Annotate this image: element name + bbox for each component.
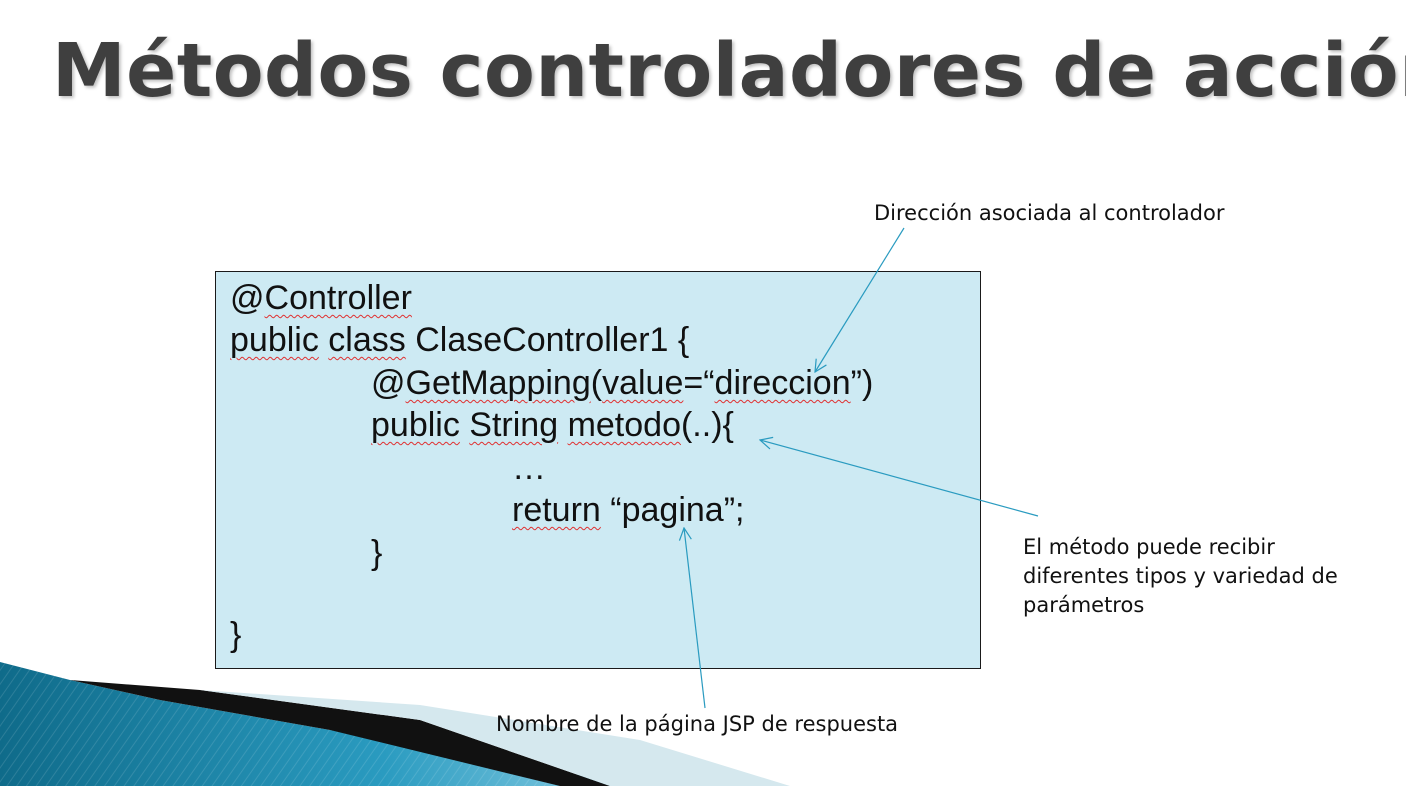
slide-title: Métodos controladores de acción [52,28,1406,114]
code-line-method: public String metodo(..){ [371,406,734,444]
code-line-annotation: @Controller [230,279,412,317]
code-line-ellipsis: … [512,449,546,487]
code-line-return: return “pagina”; [512,491,745,529]
code-line-close-method: } [371,534,383,572]
note-parametros: El método puede recibir diferentes tipos… [1023,535,1338,617]
code-line-class: public class ClaseController1 { [230,321,690,359]
note-pagina: Nombre de la página JSP de respuesta [496,712,899,736]
slide: Métodos controladores de acción @Control… [0,0,1406,786]
code-block: @Controller public class ClaseController… [215,271,981,669]
code-line-close-class: } [230,616,242,654]
note-direccion: Dirección asociada al controlador [874,201,1225,225]
code-line-mapping: @GetMapping(value=“direccion”) [371,364,874,402]
